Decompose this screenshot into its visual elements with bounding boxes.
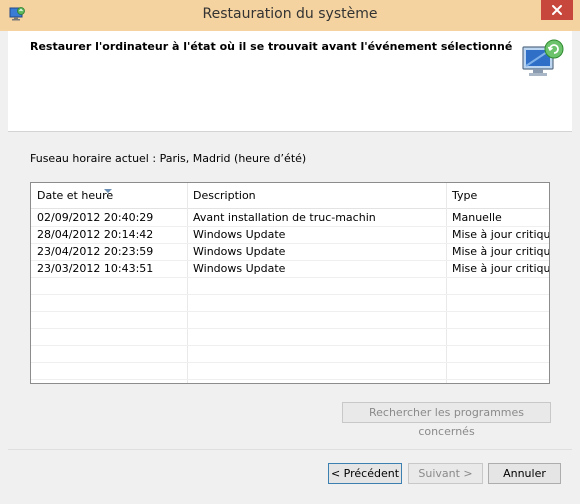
window-title: Restauration du système xyxy=(202,6,378,22)
next-button[interactable]: Suivant > xyxy=(408,463,483,484)
cell-date: 23/04/2012 20:23:59 xyxy=(37,245,154,258)
cell-type: Mise à jour critique xyxy=(452,228,549,241)
close-button[interactable] xyxy=(541,0,573,20)
cancel-button[interactable]: Annuler xyxy=(488,463,561,484)
empty-row xyxy=(31,362,549,380)
list-header: Date et heure Description Type xyxy=(31,183,549,209)
cell-description: Windows Update xyxy=(193,228,286,241)
column-header-type[interactable]: Type xyxy=(446,183,549,208)
footer-divider xyxy=(8,449,572,450)
cell-type: Manuelle xyxy=(452,211,502,224)
dialog-client-area: Restaurer l'ordinateur à l'état où il se… xyxy=(8,31,572,497)
restore-points-list[interactable]: Date et heure Description Type 02/09/201… xyxy=(30,182,550,384)
empty-row xyxy=(31,311,549,329)
cell-description: Avant installation de truc-machin xyxy=(193,211,376,224)
cell-description: Windows Update xyxy=(193,262,286,275)
previous-button[interactable]: < Précédent xyxy=(328,463,402,484)
table-row[interactable]: 23/03/2012 10:43:51 Windows Update Mise … xyxy=(31,260,549,278)
cell-type: Mise à jour critique xyxy=(452,262,549,275)
table-row[interactable]: 28/04/2012 20:14:42 Windows Update Mise … xyxy=(31,226,549,244)
system-restore-window: Restauration du système Restaurer l'ordi… xyxy=(0,0,580,504)
column-header-description[interactable]: Description xyxy=(187,183,447,208)
cell-date: 23/03/2012 10:43:51 xyxy=(37,262,154,275)
empty-row xyxy=(31,345,549,363)
cell-type: Mise à jour critique xyxy=(452,245,549,258)
cell-date: 28/04/2012 20:14:42 xyxy=(37,228,154,241)
cell-date: 02/09/2012 20:40:29 xyxy=(37,211,154,224)
empty-row xyxy=(31,328,549,346)
table-row[interactable]: 02/09/2012 20:40:29 Avant installation d… xyxy=(31,209,549,227)
restore-computer-icon xyxy=(520,37,566,86)
title-bar[interactable]: Restauration du système xyxy=(0,0,580,31)
dialog-header: Restaurer l'ordinateur à l'état où il se… xyxy=(8,31,572,132)
header-instruction: Restaurer l'ordinateur à l'état où il se… xyxy=(30,40,513,53)
timezone-label: Fuseau horaire actuel : Paris, Madrid (h… xyxy=(30,152,307,165)
empty-row xyxy=(31,277,549,295)
scan-affected-programs-button[interactable]: Rechercher les programmes concernés xyxy=(342,402,551,438)
cell-description: Windows Update xyxy=(193,245,286,258)
sort-descending-icon xyxy=(104,184,112,197)
table-row[interactable]: 23/04/2012 20:23:59 Windows Update Mise … xyxy=(31,243,549,261)
close-icon xyxy=(552,5,562,15)
empty-row xyxy=(31,294,549,312)
